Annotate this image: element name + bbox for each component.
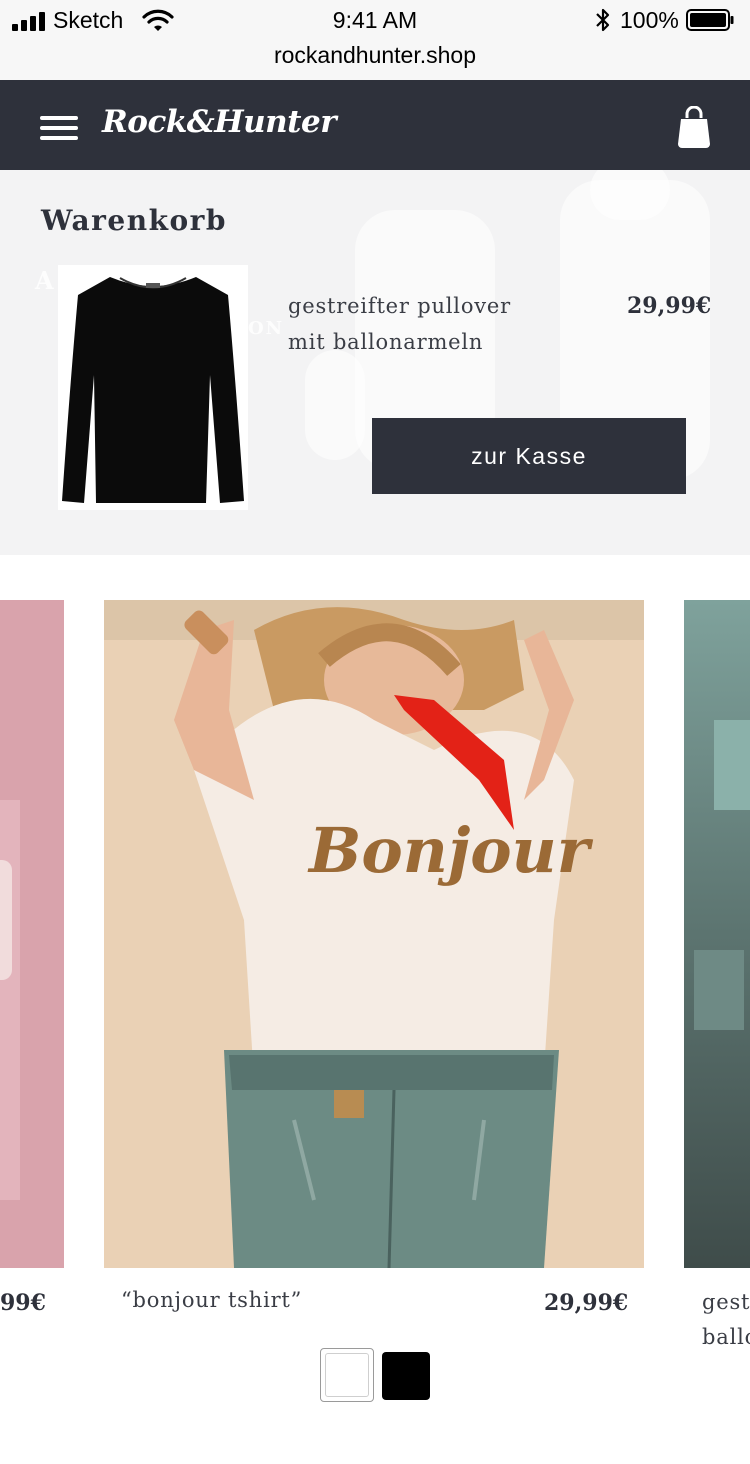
brand-logo[interactable]: Rock&Hunter	[102, 104, 337, 140]
product-image-previous[interactable]	[0, 600, 64, 1268]
background-figure-arm	[305, 350, 365, 460]
color-swatch-white[interactable]	[320, 1348, 374, 1402]
background-banner-subtext: ON	[248, 318, 285, 339]
cart-item-name[interactable]: gestreifter pullover mit ballonarmeln	[288, 288, 528, 360]
product-name-bonjour-tshirt[interactable]: “bonjour tshirt”	[121, 1288, 302, 1312]
hamburger-icon[interactable]	[40, 116, 78, 140]
tshirt-print-text: Bonjour	[307, 814, 594, 887]
battery-icon	[686, 9, 734, 31]
cart-item-thumbnail[interactable]	[58, 265, 248, 510]
cart-title: Warenkorb	[41, 204, 227, 237]
product-name-next-line1[interactable]: gestr	[702, 1290, 750, 1314]
product-name-next-line2[interactable]: ballo	[702, 1325, 750, 1349]
color-swatch-black[interactable]	[382, 1352, 430, 1400]
address-bar-url[interactable]: rockandhunter.shop	[0, 42, 750, 69]
shopping-bag-icon[interactable]	[677, 106, 711, 148]
battery-percentage: 100%	[620, 7, 679, 33]
product-price-bonjour-tshirt: 29,99€	[544, 1290, 629, 1316]
product-image-bonjour-tshirt[interactable]: Bonjour	[104, 600, 644, 1268]
bluetooth-icon	[596, 8, 610, 32]
background-figure-head	[590, 170, 670, 220]
checkout-button[interactable]: zur Kasse	[372, 418, 686, 494]
status-bar: Sketch 9:41 AM 100% rockandhunter.shop	[0, 0, 750, 80]
product-price-previous: 99€	[0, 1290, 46, 1316]
product-image-next[interactable]	[684, 600, 750, 1268]
cart-item-price: 29,99€	[627, 293, 712, 319]
